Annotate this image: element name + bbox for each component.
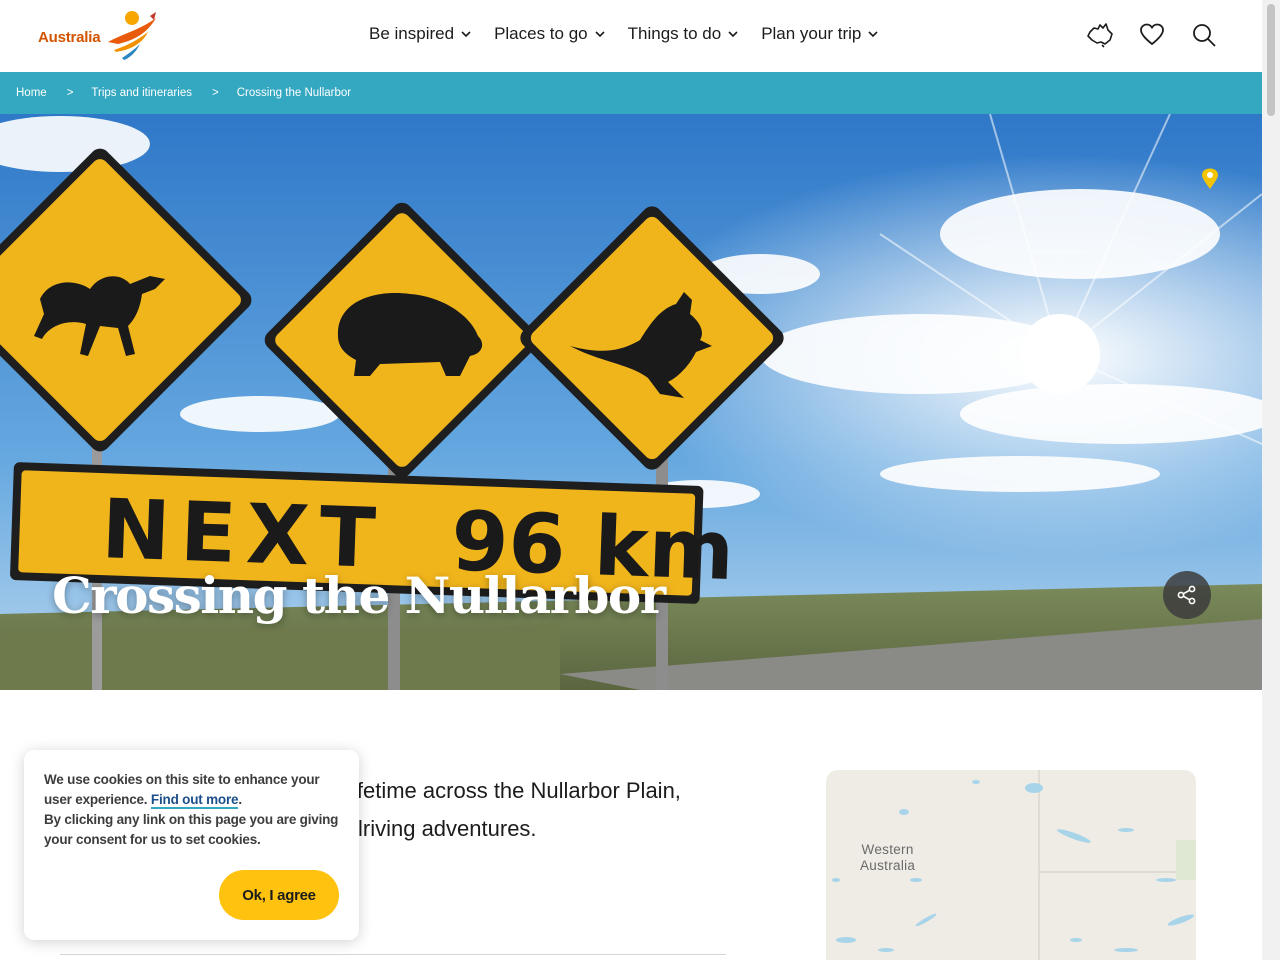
route-map[interactable]: Western Australia — [826, 770, 1196, 960]
cookie-agree-button[interactable]: Ok, I agree — [219, 870, 339, 920]
find-out-more-link[interactable]: Find out more — [150, 792, 239, 809]
nav-be-inspired[interactable]: Be inspired — [369, 24, 472, 44]
map-label-western-australia: Western Australia — [860, 842, 915, 874]
map-label-line: Western — [861, 842, 914, 857]
australia-map-icon[interactable] — [1086, 20, 1114, 50]
main-nav: Be inspired Places to go Things to do Pl… — [369, 24, 879, 44]
chevron-down-icon — [728, 31, 738, 38]
breadcrumb-current[interactable]: Crossing the Nullarbor — [237, 87, 351, 99]
page: Australia Be inspired Places to go Thing… — [0, 0, 1280, 960]
hero-banner: NEXT 96 km Crossing the Nullarbor — [0, 114, 1262, 690]
cookie-banner: We use cookies on this site to enhance y… — [24, 750, 359, 940]
share-button[interactable] — [1163, 571, 1211, 619]
location-pin-icon[interactable] — [1201, 168, 1219, 195]
map-label-line: Australia — [860, 858, 916, 873]
cookie-consent-text: By clicking any link on this page you ar… — [44, 812, 339, 847]
nav-label: Be inspired — [369, 24, 455, 43]
nav-label: Places to go — [494, 24, 588, 43]
heart-icon[interactable] — [1138, 20, 1166, 50]
kangaroo-logo-icon — [108, 11, 156, 60]
breadcrumb: Home > Trips and itineraries > Crossing … — [0, 72, 1262, 114]
scrollbar-thumb[interactable] — [1267, 4, 1275, 116]
cookie-text-end: . — [238, 792, 242, 807]
search-icon[interactable] — [1190, 20, 1218, 50]
breadcrumb-trips[interactable]: Trips and itineraries — [91, 87, 192, 99]
breadcrumb-home[interactable]: Home — [16, 87, 47, 99]
divider — [60, 954, 726, 955]
nav-things-to-do[interactable]: Things to do — [628, 24, 740, 44]
header-actions — [1086, 20, 1218, 50]
chevron-down-icon — [461, 31, 471, 38]
intro-text-line-1: ifetime across the Nullarbor Plain, — [352, 778, 681, 803]
cookie-message: We use cookies on this site to enhance y… — [44, 770, 339, 810]
intro-text-line-2: lriving adventures. — [358, 816, 537, 841]
breadcrumb-separator: > — [211, 87, 219, 99]
nav-plan-your-trip[interactable]: Plan your trip — [761, 24, 879, 44]
logo-text: Australia — [38, 29, 101, 46]
chevron-down-icon — [868, 31, 878, 38]
chevron-down-icon — [595, 31, 605, 38]
share-icon — [1177, 585, 1196, 605]
nav-places-to-go[interactable]: Places to go — [494, 24, 606, 44]
page-title: Crossing the Nullarbor — [52, 566, 666, 625]
scrollbar[interactable] — [1262, 0, 1280, 960]
site-header: Australia Be inspired Places to go Thing… — [0, 0, 1262, 72]
nav-label: Plan your trip — [761, 24, 862, 43]
breadcrumb-separator: > — [66, 87, 74, 99]
nav-label: Things to do — [627, 24, 722, 43]
australia-logo[interactable]: Australia — [38, 10, 162, 64]
